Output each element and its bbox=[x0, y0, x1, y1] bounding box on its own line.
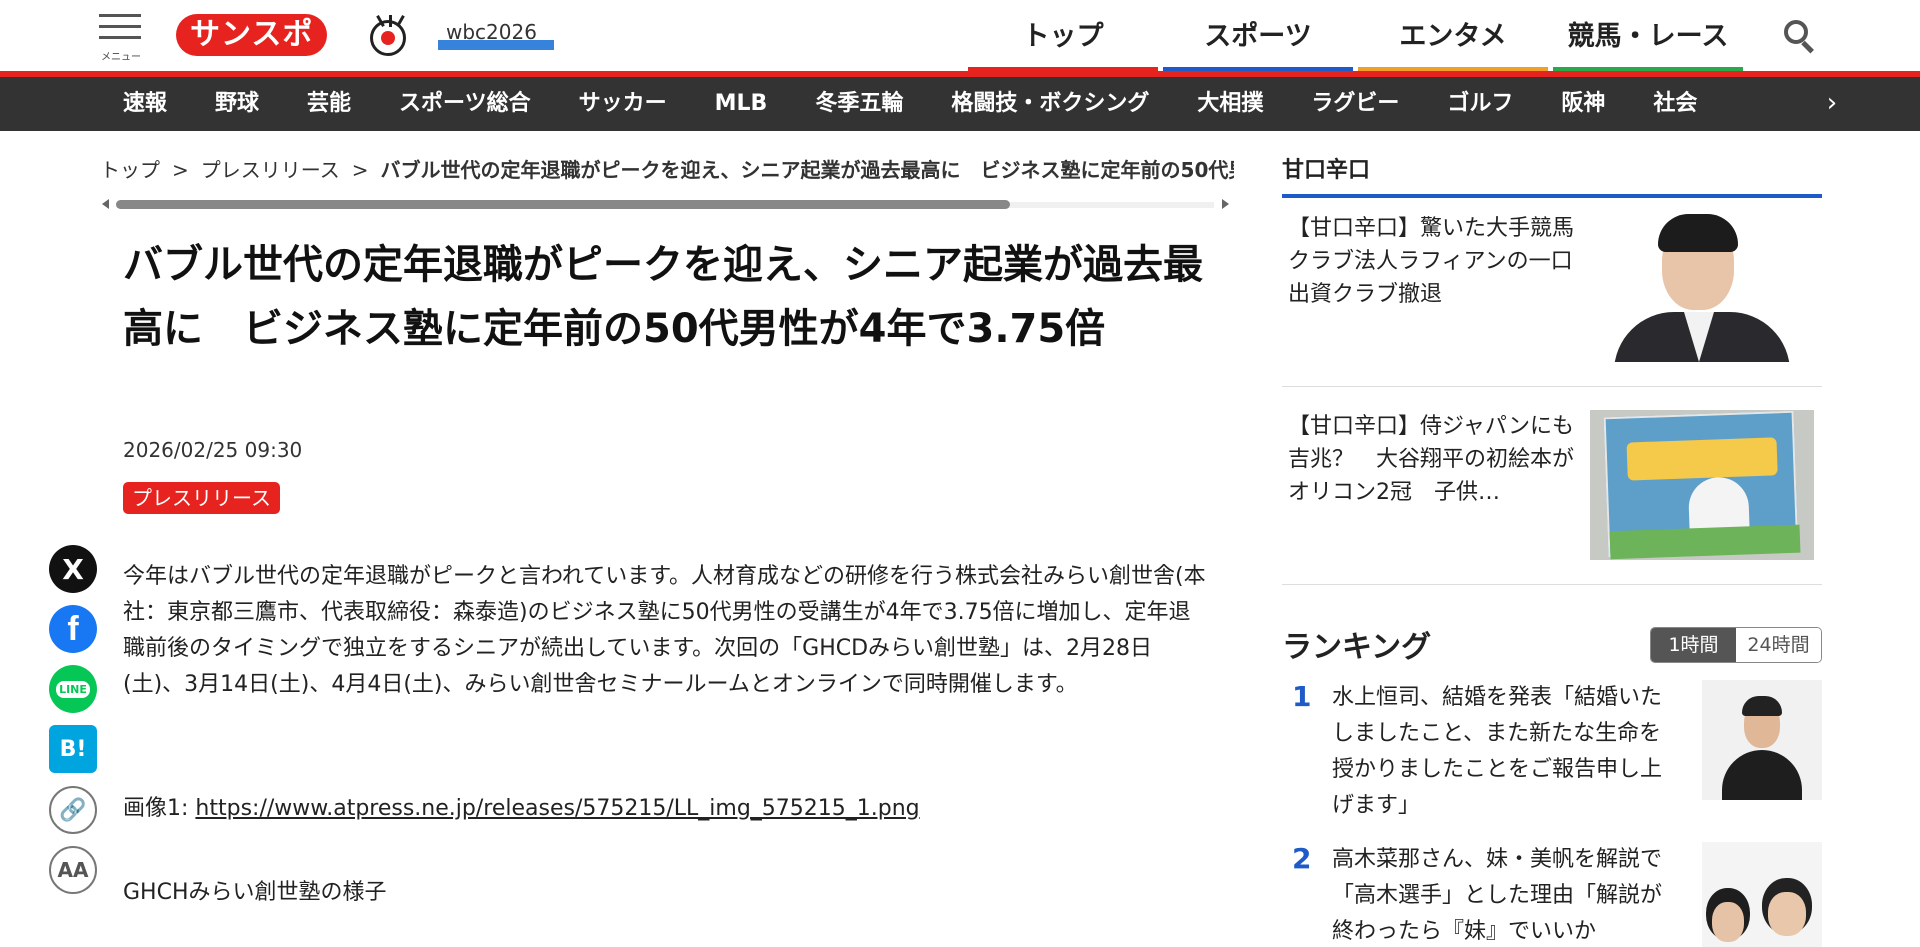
category-item[interactable]: 野球 bbox=[191, 77, 283, 131]
menu-icon bbox=[99, 14, 141, 17]
category-item[interactable]: 社会 bbox=[1629, 77, 1721, 131]
breadcrumb-scrollbar[interactable] bbox=[102, 199, 1230, 211]
article-title: バブル世代の定年退職がピークを迎え、シニア起業が過去最高に ビジネス塾に定年前の… bbox=[123, 242, 1203, 352]
article-body: 今年はバブル世代の定年退職がピークと言われています。人材育成などの研修を行う株式… bbox=[123, 564, 1206, 697]
sidebar-article-title: 【甘口辛口】侍ジャパンにも吉兆？ 大谷翔平の初絵本がオリコン2冠 子供… bbox=[1288, 414, 1575, 505]
breadcrumb-top[interactable]: トップ bbox=[100, 158, 160, 180]
category-item[interactable]: 冬季五輪 bbox=[791, 77, 927, 131]
category-item[interactable]: スポーツ総合 bbox=[375, 77, 555, 131]
nav-top[interactable]: トップ bbox=[968, 0, 1158, 71]
divider bbox=[1282, 386, 1822, 387]
ranking-item[interactable]: 1 水上恒司、結婚を発表「結婚いたしましたこと、また新たな生命を授かりましたこと… bbox=[1282, 680, 1822, 818]
category-item[interactable]: 速報 bbox=[99, 77, 191, 131]
menu-icon-bar bbox=[99, 36, 141, 39]
category-item[interactable]: ゴルフ bbox=[1423, 77, 1537, 131]
breadcrumb-separator: > bbox=[172, 158, 189, 180]
menu-icon-bar bbox=[99, 25, 141, 28]
share-x-icon[interactable]: X bbox=[49, 545, 97, 593]
sidebar-article-title: 【甘口辛口】驚いた大手競馬クラブ法人ラフィアンの一口出資クラブ撤退 bbox=[1288, 216, 1575, 307]
ranking-heading: ランキング bbox=[1282, 630, 1432, 665]
logo-mascot-icon bbox=[370, 15, 406, 56]
breadcrumb-separator: > bbox=[351, 158, 369, 180]
tab-24hour[interactable]: 24時間 bbox=[1736, 628, 1821, 662]
copy-link-icon[interactable]: 🔗 bbox=[49, 786, 97, 834]
nav-label: 競馬・レース bbox=[1567, 21, 1729, 52]
article-date: 2026/02/25 09:30 bbox=[123, 438, 303, 462]
ranking-number: 1 bbox=[1292, 680, 1312, 713]
search-icon[interactable] bbox=[1782, 18, 1818, 54]
ranking-title: 高木菜那さん、妹・美帆を解説で「高木選手」とした理由「解説が終わったら『妹』でい… bbox=[1332, 847, 1663, 944]
scrollbar-thumb[interactable] bbox=[116, 200, 1010, 209]
nav-label: エンタメ bbox=[1399, 21, 1507, 52]
sidebar-article[interactable]: 【甘口辛口】驚いた大手競馬クラブ法人ラフィアンの一口出資クラブ撤退 bbox=[1282, 198, 1822, 386]
category-badge[interactable]: プレスリリース bbox=[123, 482, 280, 514]
image-link-line: 画像1: https://www.atpress.ne.jp/releases/… bbox=[123, 790, 920, 822]
breadcrumb-press-release[interactable]: プレスリリース bbox=[201, 158, 340, 180]
category-item[interactable]: ラグビー bbox=[1287, 77, 1423, 131]
chevron-right-icon[interactable]: › bbox=[1812, 77, 1852, 131]
image-link[interactable]: https://www.atpress.ne.jp/releases/57521… bbox=[195, 796, 919, 821]
sidebar-heading: 甘口辛口 bbox=[1282, 158, 1371, 183]
font-size-icon[interactable]: AA bbox=[49, 846, 97, 894]
breadcrumb: トップ > プレスリリース > バブル世代の定年退職がピークを迎え、シニア起業が過去最高… bbox=[100, 154, 1234, 180]
scroll-left-icon[interactable] bbox=[102, 199, 109, 209]
image-caption: GHCHみらい創世塾の様子 bbox=[123, 880, 387, 905]
image-link-prefix: 画像1: bbox=[123, 796, 196, 821]
nav-label: トップ bbox=[1022, 21, 1104, 52]
ranking-number: 2 bbox=[1292, 842, 1312, 875]
breadcrumb-current: バブル世代の定年退職がピークを迎え、シニア起業が過去最高に ビジネス塾に定年前の… bbox=[380, 158, 1234, 180]
divider bbox=[1282, 584, 1822, 585]
site-header: メニュー サンスポ wbc2026 トップ スポーツ エンタメ 競馬・レース bbox=[0, 0, 1920, 77]
scroll-right-icon[interactable] bbox=[1222, 199, 1229, 209]
nav-entame[interactable]: エンタメ bbox=[1358, 0, 1548, 71]
share-facebook-icon[interactable]: f bbox=[49, 605, 97, 653]
category-item[interactable]: 芸能 bbox=[283, 77, 375, 131]
menu-button[interactable]: メニュー bbox=[97, 12, 145, 63]
category-list: 速報 野球 芸能 スポーツ総合 サッカー MLB 冬季五輪 格闘技・ボクシング … bbox=[99, 77, 1721, 131]
sidebar-article[interactable]: 【甘口辛口】侍ジャパンにも吉兆？ 大谷翔平の初絵本がオリコン2冠 子供… bbox=[1282, 396, 1822, 584]
category-item[interactable]: サッカー bbox=[555, 77, 691, 131]
category-bar: 速報 野球 芸能 スポーツ総合 サッカー MLB 冬季五輪 格闘技・ボクシング … bbox=[0, 77, 1920, 131]
line-icon-label: LINE bbox=[56, 680, 90, 698]
trend-tag-label: wbc2026 bbox=[446, 20, 537, 44]
nav-sports[interactable]: スポーツ bbox=[1163, 0, 1353, 71]
category-item[interactable]: 格闘技・ボクシング bbox=[927, 77, 1173, 131]
share-hatena-icon[interactable]: B! bbox=[49, 725, 97, 773]
ranking-thumbnail bbox=[1702, 842, 1822, 947]
ranking-tabs: 1時間 24時間 bbox=[1650, 627, 1822, 663]
ranking-item[interactable]: 2 高木菜那さん、妹・美帆を解説で「高木選手」とした理由「解説が終わったら『妹』… bbox=[1282, 842, 1822, 947]
category-item[interactable]: 阪神 bbox=[1537, 77, 1629, 131]
menu-label: メニュー bbox=[101, 52, 141, 63]
category-item[interactable]: MLB bbox=[691, 77, 792, 131]
nav-keiba[interactable]: 競馬・レース bbox=[1553, 0, 1743, 71]
ranking-thumbnail bbox=[1702, 680, 1822, 800]
logo-text: サンスポ bbox=[176, 14, 328, 56]
share-line-icon[interactable]: LINE bbox=[49, 665, 97, 713]
ranking-title: 水上恒司、結婚を発表「結婚いたしましたこと、また新たな生命を授かりましたことをご… bbox=[1332, 685, 1663, 818]
tab-1hour[interactable]: 1時間 bbox=[1651, 628, 1736, 662]
site-logo[interactable]: サンスポ bbox=[176, 12, 416, 60]
category-item[interactable]: 大相撲 bbox=[1173, 77, 1287, 131]
sidebar-article-thumbnail bbox=[1590, 410, 1814, 560]
sidebar-article-thumbnail bbox=[1590, 212, 1814, 362]
trend-tag-link[interactable]: wbc2026 bbox=[438, 20, 554, 50]
nav-label: スポーツ bbox=[1204, 21, 1312, 52]
